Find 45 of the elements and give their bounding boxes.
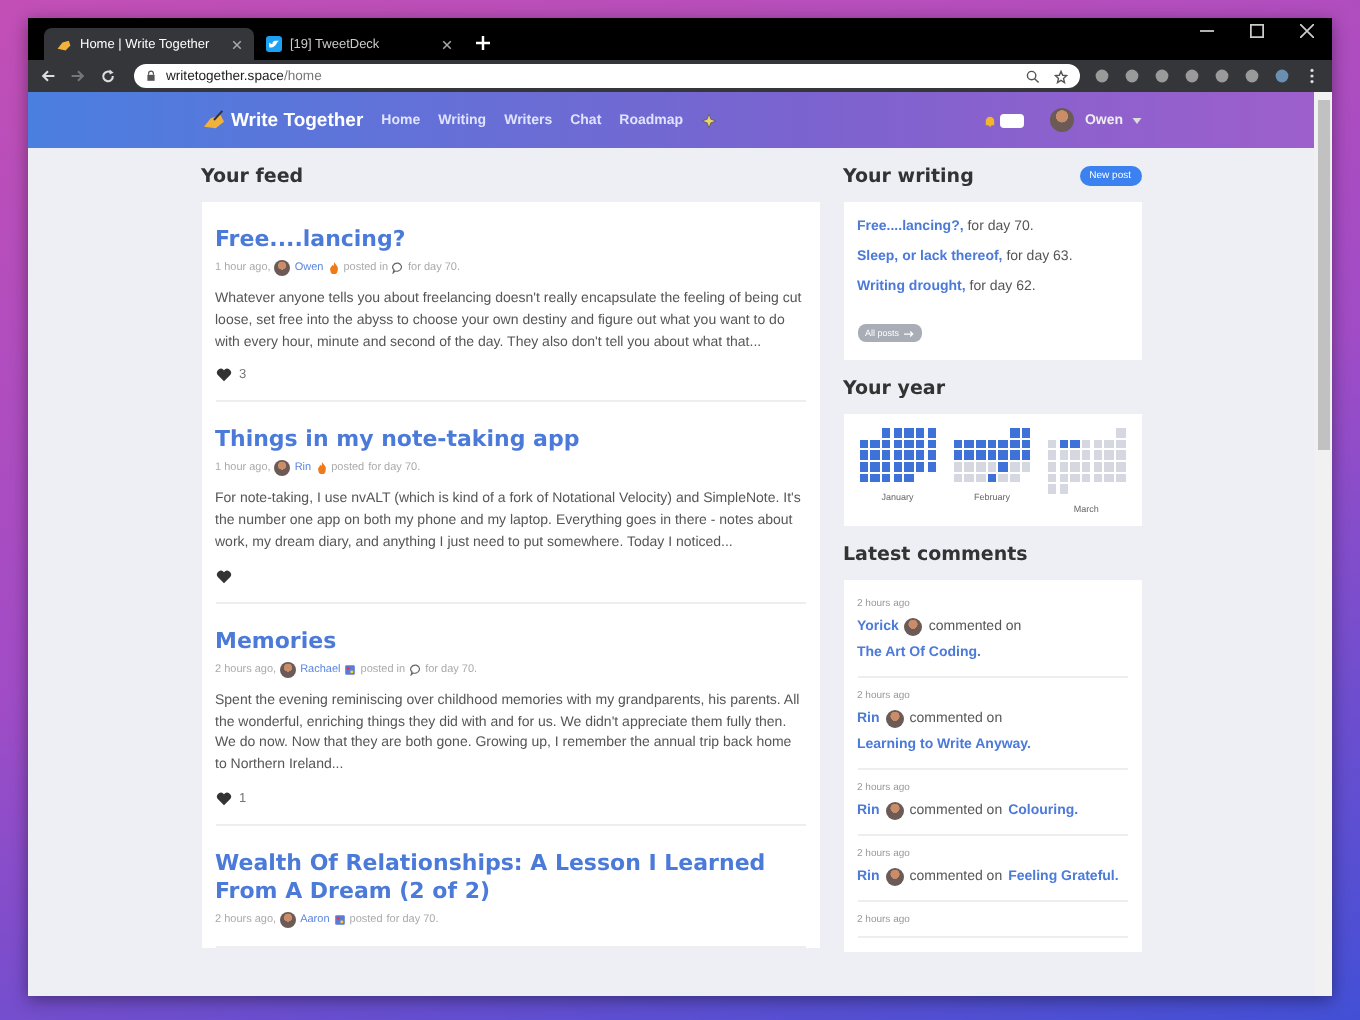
- scrollbar[interactable]: [1314, 92, 1332, 996]
- post-title-link[interactable]: Things in my note-taking app: [215, 426, 805, 455]
- avatar: [885, 709, 904, 728]
- back-arrow-icon[interactable]: [40, 68, 56, 84]
- avatar: [280, 911, 297, 928]
- post-title-link[interactable]: Free....lancing?: [215, 226, 805, 254]
- reload-icon[interactable]: [100, 68, 116, 84]
- flame-icon: [315, 462, 328, 475]
- site-logo-text[interactable]: Write Together: [231, 109, 364, 131]
- heart-icon[interactable]: [215, 791, 231, 806]
- close-icon[interactable]: [232, 39, 242, 49]
- avatar: [274, 260, 291, 276]
- section-heading: Your writing: [843, 164, 974, 192]
- avatar: [904, 617, 923, 636]
- forward-arrow-icon[interactable]: [70, 68, 86, 84]
- close-icon[interactable]: [442, 39, 452, 49]
- maximize-icon[interactable]: [1250, 23, 1264, 37]
- avatar: [274, 460, 291, 477]
- section-heading: Latest comments: [843, 541, 1030, 570]
- speech-bubble-icon[interactable]: [392, 262, 405, 274]
- post-title-link[interactable]: Memories: [215, 627, 805, 656]
- flame-icon: [327, 262, 340, 274]
- avatar: [885, 867, 904, 886]
- palette-icon: [333, 913, 346, 926]
- zoom-icon[interactable]: [1026, 69, 1040, 83]
- palette-icon: [344, 663, 357, 676]
- heart-icon[interactable]: [215, 368, 231, 383]
- post-title-link[interactable]: Wealth Of Relationships: A Lesson I Learned From A Dream (2 of 2): [215, 849, 805, 906]
- caret-icon[interactable]: [1131, 117, 1141, 123]
- section-heading: Your year: [843, 376, 948, 404]
- speech-bubble-icon[interactable]: [409, 663, 422, 676]
- arrow-icon: [903, 329, 914, 337]
- avatar: [885, 801, 904, 820]
- avatar: [280, 661, 297, 678]
- scrollbar-thumb[interactable]: [1317, 100, 1329, 450]
- heart-icon[interactable]: [215, 569, 231, 584]
- new-tab-icon[interactable]: [476, 36, 490, 50]
- bird-icon: [266, 36, 282, 52]
- section-heading: Your feed: [201, 164, 306, 192]
- lock-icon: [146, 70, 156, 82]
- menu-icon[interactable]: [1304, 68, 1320, 84]
- close-icon[interactable]: [1300, 23, 1314, 37]
- sparkle-icon[interactable]: [701, 113, 716, 127]
- notification-badge[interactable]: [1000, 113, 1025, 127]
- star-icon[interactable]: [1054, 69, 1068, 83]
